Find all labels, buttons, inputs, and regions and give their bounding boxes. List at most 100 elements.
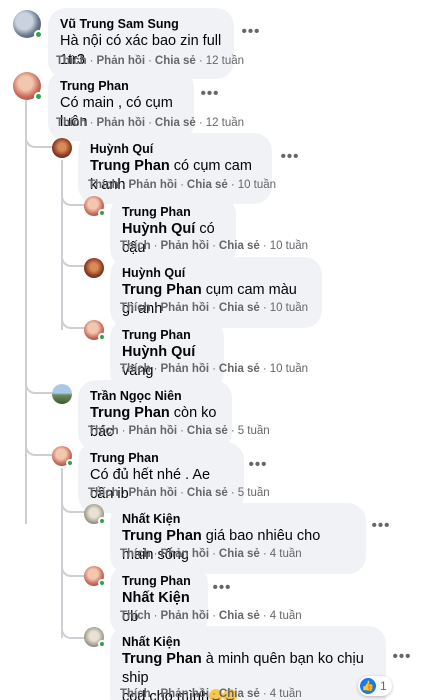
mention-link[interactable]: Nhất Kiện bbox=[122, 590, 190, 606]
avatar[interactable] bbox=[84, 320, 106, 341]
share-button[interactable]: Chia sẻ bbox=[155, 55, 196, 67]
comment-author[interactable]: Trung Phan bbox=[122, 204, 224, 220]
comment-timestamp[interactable]: 4 tuần bbox=[270, 610, 302, 622]
more-options-icon[interactable]: ••• bbox=[245, 453, 271, 475]
avatar[interactable] bbox=[84, 504, 106, 525]
comment-timestamp[interactable]: 4 tuần bbox=[270, 548, 302, 560]
comment-timestamp[interactable]: 10 tuần bbox=[270, 363, 308, 375]
online-status-dot bbox=[98, 517, 106, 525]
avatar[interactable] bbox=[84, 627, 106, 648]
like-button[interactable]: Thích bbox=[120, 548, 151, 560]
comment-timestamp[interactable]: 10 tuần bbox=[238, 179, 276, 191]
thread-elbow bbox=[61, 245, 85, 267]
like-button[interactable]: Thích bbox=[120, 302, 151, 314]
share-button[interactable]: Chia sẻ bbox=[219, 548, 260, 560]
mention-link[interactable]: Trung Phan bbox=[122, 528, 202, 544]
comment-bubble: Nhất Kiện Trung Phan giá bao nhiêu cho m… bbox=[110, 503, 366, 574]
comment-actions: Thích · Phản hồi · Chia sẻ · 12 tuần bbox=[56, 55, 245, 67]
comment-timestamp[interactable]: 10 tuần bbox=[270, 302, 308, 314]
more-options-icon[interactable]: ••• bbox=[197, 82, 223, 104]
mention-link[interactable]: Trung Phan bbox=[122, 651, 202, 667]
online-status-dot bbox=[98, 579, 106, 587]
comment-timestamp[interactable]: 4 tuần bbox=[270, 688, 302, 700]
comment-author[interactable]: Vũ Trung Sam Sung bbox=[60, 16, 222, 32]
share-button[interactable]: Chia sẻ bbox=[219, 688, 260, 700]
comment-author[interactable]: Trung Phan bbox=[60, 78, 182, 94]
reply-button[interactable]: Phản hồi bbox=[161, 363, 210, 375]
avatar[interactable] bbox=[52, 138, 72, 158]
reply-button[interactable]: Phản hồi bbox=[129, 425, 178, 437]
reaction-summary[interactable]: 👍 1 bbox=[358, 676, 392, 696]
mention-link[interactable]: Trung Phan bbox=[90, 405, 170, 421]
avatar[interactable] bbox=[84, 258, 104, 278]
comment-actions: Thích · Phản hồi · Chia sẻ · 10 tuần bbox=[120, 302, 309, 314]
avatar[interactable] bbox=[52, 446, 74, 467]
share-button[interactable]: Chia sẻ bbox=[155, 117, 196, 129]
comment-author[interactable]: Trung Phan bbox=[122, 327, 212, 343]
comment-timestamp[interactable]: 10 tuần bbox=[270, 240, 308, 252]
like-button[interactable]: Thích bbox=[120, 688, 151, 700]
avatar[interactable] bbox=[52, 384, 72, 404]
reply-button[interactable]: Phản hồi bbox=[161, 688, 210, 700]
more-options-icon[interactable]: ••• bbox=[209, 576, 235, 598]
like-button[interactable]: Thích bbox=[120, 363, 151, 375]
like-button[interactable]: Thích bbox=[120, 610, 151, 622]
comment-timestamp[interactable]: 5 tuần bbox=[238, 425, 270, 437]
share-button[interactable]: Chia sẻ bbox=[219, 363, 260, 375]
comment-bubble: Huỳnh Quí Trung Phan cụm cam màu gì anh bbox=[110, 257, 322, 328]
comment-actions: Thích · Phản hồi · Chia sẻ · 4 tuần bbox=[120, 688, 302, 700]
more-options-icon[interactable]: ••• bbox=[389, 645, 415, 667]
comment-author[interactable]: Huỳnh Quí bbox=[122, 265, 310, 281]
comment-actions: Thích · Phản hồi · Chia sẻ · 10 tuần bbox=[88, 179, 277, 191]
reply-button[interactable]: Phản hồi bbox=[161, 610, 210, 622]
thread-elbow bbox=[61, 615, 85, 639]
comment-author[interactable]: Trung Phan bbox=[90, 450, 232, 466]
thread-line-main bbox=[25, 100, 27, 524]
thread-elbow bbox=[61, 305, 85, 329]
comment-timestamp[interactable]: 12 tuần bbox=[206, 55, 244, 67]
comment-bubble: Trần Ngọc Niên Trung Phan còn ko bác bbox=[78, 380, 232, 451]
reply-button[interactable]: Phản hồi bbox=[97, 117, 146, 129]
comment-author[interactable]: Nhất Kiện bbox=[122, 634, 374, 650]
reply-button[interactable]: Phản hồi bbox=[161, 302, 210, 314]
like-button[interactable]: Thích bbox=[88, 487, 119, 499]
mention-link[interactable]: Huỳnh Quí bbox=[122, 221, 195, 237]
share-button[interactable]: Chia sẻ bbox=[219, 302, 260, 314]
online-status-dot bbox=[34, 30, 43, 39]
comment-actions: Thích · Phản hồi · Chia sẻ · 10 tuần bbox=[120, 363, 309, 375]
reply-button[interactable]: Phản hồi bbox=[129, 179, 178, 191]
comment-actions: Thích · Phản hồi · Chia sẻ · 12 tuần bbox=[56, 117, 245, 129]
comment-actions: Thích · Phản hồi · Chia sẻ · 5 tuần bbox=[88, 487, 270, 499]
share-button[interactable]: Chia sẻ bbox=[187, 487, 228, 499]
comment-timestamp[interactable]: 5 tuần bbox=[238, 487, 270, 499]
reply-button[interactable]: Phản hồi bbox=[161, 240, 210, 252]
avatar[interactable] bbox=[84, 566, 106, 587]
mention-link[interactable]: Trung Phan bbox=[90, 158, 170, 174]
comment-author[interactable]: Huỳnh Quí bbox=[90, 141, 260, 157]
more-options-icon[interactable]: ••• bbox=[368, 514, 394, 536]
mention-link[interactable]: Huỳnh Quí bbox=[122, 344, 195, 360]
share-button[interactable]: Chia sẻ bbox=[187, 179, 228, 191]
comment-author[interactable]: Nhất Kiện bbox=[122, 511, 354, 527]
avatar[interactable] bbox=[84, 196, 106, 217]
reply-button[interactable]: Phản hồi bbox=[161, 548, 210, 560]
reply-button[interactable]: Phản hồi bbox=[97, 55, 146, 67]
comment-author[interactable]: Trung Phan bbox=[122, 573, 196, 589]
mention-link[interactable]: Trung Phan bbox=[122, 282, 202, 298]
reply-button[interactable]: Phản hồi bbox=[129, 487, 178, 499]
comment-author[interactable]: Trần Ngọc Niên bbox=[90, 388, 220, 404]
like-button[interactable]: Thích bbox=[120, 240, 151, 252]
like-button[interactable]: Thích bbox=[88, 425, 119, 437]
more-options-icon[interactable]: ••• bbox=[277, 145, 303, 167]
comment-timestamp[interactable]: 12 tuần bbox=[206, 117, 244, 129]
share-button[interactable]: Chia sẻ bbox=[219, 240, 260, 252]
avatar[interactable] bbox=[13, 10, 43, 39]
like-button[interactable]: Thích bbox=[88, 179, 119, 191]
comment-bubble: Huỳnh Quí Trung Phan có cụm cam k anh bbox=[78, 133, 272, 204]
share-button[interactable]: Chia sẻ bbox=[187, 425, 228, 437]
avatar[interactable] bbox=[13, 72, 43, 101]
more-options-icon[interactable]: ••• bbox=[238, 20, 264, 42]
like-button[interactable]: Thích bbox=[56, 117, 87, 129]
like-button[interactable]: Thích bbox=[56, 55, 87, 67]
share-button[interactable]: Chia sẻ bbox=[219, 610, 260, 622]
